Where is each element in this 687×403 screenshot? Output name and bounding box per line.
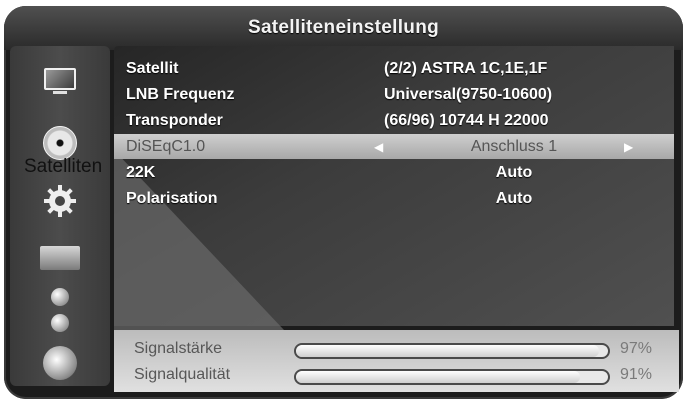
- signal-quality-row: Signalqualität 91%: [114, 362, 679, 390]
- signal-quality-fill: [296, 371, 580, 383]
- gear-icon[interactable]: [43, 184, 77, 218]
- dot-icon[interactable]: [51, 314, 69, 332]
- setting-row-22k[interactable]: 22K Auto: [114, 160, 674, 185]
- window-title: Satelliteneinstellung: [247, 17, 440, 38]
- dot-icon[interactable]: [51, 288, 69, 306]
- signal-strength-label: Signalstärke: [134, 340, 223, 357]
- signal-strength-row: Signalstärke 97%: [114, 336, 679, 364]
- signal-quality-label: Signalqualität: [134, 366, 231, 383]
- setting-row-transponder[interactable]: Transponder (66/96) 10744 H 22000: [114, 108, 674, 133]
- globe-icon[interactable]: [43, 346, 77, 380]
- setting-value: Anschluss 1: [470, 137, 558, 155]
- overlay-label: Satelliten: [24, 156, 103, 177]
- setting-row-polarisation[interactable]: Polarisation Auto: [114, 186, 674, 211]
- setting-label: Satellit: [126, 59, 179, 77]
- setting-label: Polarisation: [126, 189, 218, 207]
- setting-row-diseqc[interactable]: DiSEqC1.0 ◀ Anschluss 1 ▶: [114, 134, 674, 159]
- setting-label: Transponder: [126, 111, 223, 129]
- title-bar: Satelliteneinstellung: [4, 6, 683, 50]
- signal-strength-fill: [296, 345, 599, 357]
- tv-stand-shape: [53, 91, 67, 94]
- signal-panel: Signalstärke 97% Signalqualität 91%: [114, 330, 679, 392]
- signal-strength-bar: [294, 343, 610, 359]
- arrow-right-icon[interactable]: ▶: [624, 140, 633, 154]
- signal-quality-value: 91%: [620, 366, 653, 383]
- menu-sidebar: [10, 46, 110, 386]
- tv-screen-shape: [44, 68, 76, 90]
- setting-value: Auto: [495, 163, 533, 181]
- disc-icon[interactable]: [43, 126, 77, 160]
- signal-quality-bar: [294, 369, 610, 385]
- setting-label: DiSEqC1.0: [126, 137, 206, 155]
- setting-value: (66/96) 10744 H 22000: [384, 111, 549, 129]
- setting-row-satellit[interactable]: Satellit (2/2) ASTRA 1C,1E,1F: [114, 56, 674, 81]
- setting-label: 22K: [126, 163, 156, 181]
- setting-value: Auto: [495, 189, 533, 207]
- setting-value: Universal(9750-10600): [384, 85, 553, 103]
- setting-value: (2/2) ASTRA 1C,1E,1F: [384, 59, 548, 77]
- picture-icon[interactable]: [40, 246, 80, 270]
- signal-strength-value: 97%: [620, 340, 653, 357]
- setting-label: LNB Frequenz: [126, 85, 235, 103]
- tv-icon[interactable]: [44, 68, 76, 94]
- setting-row-lnb-frequenz[interactable]: LNB Frequenz Universal(9750-10600): [114, 82, 674, 107]
